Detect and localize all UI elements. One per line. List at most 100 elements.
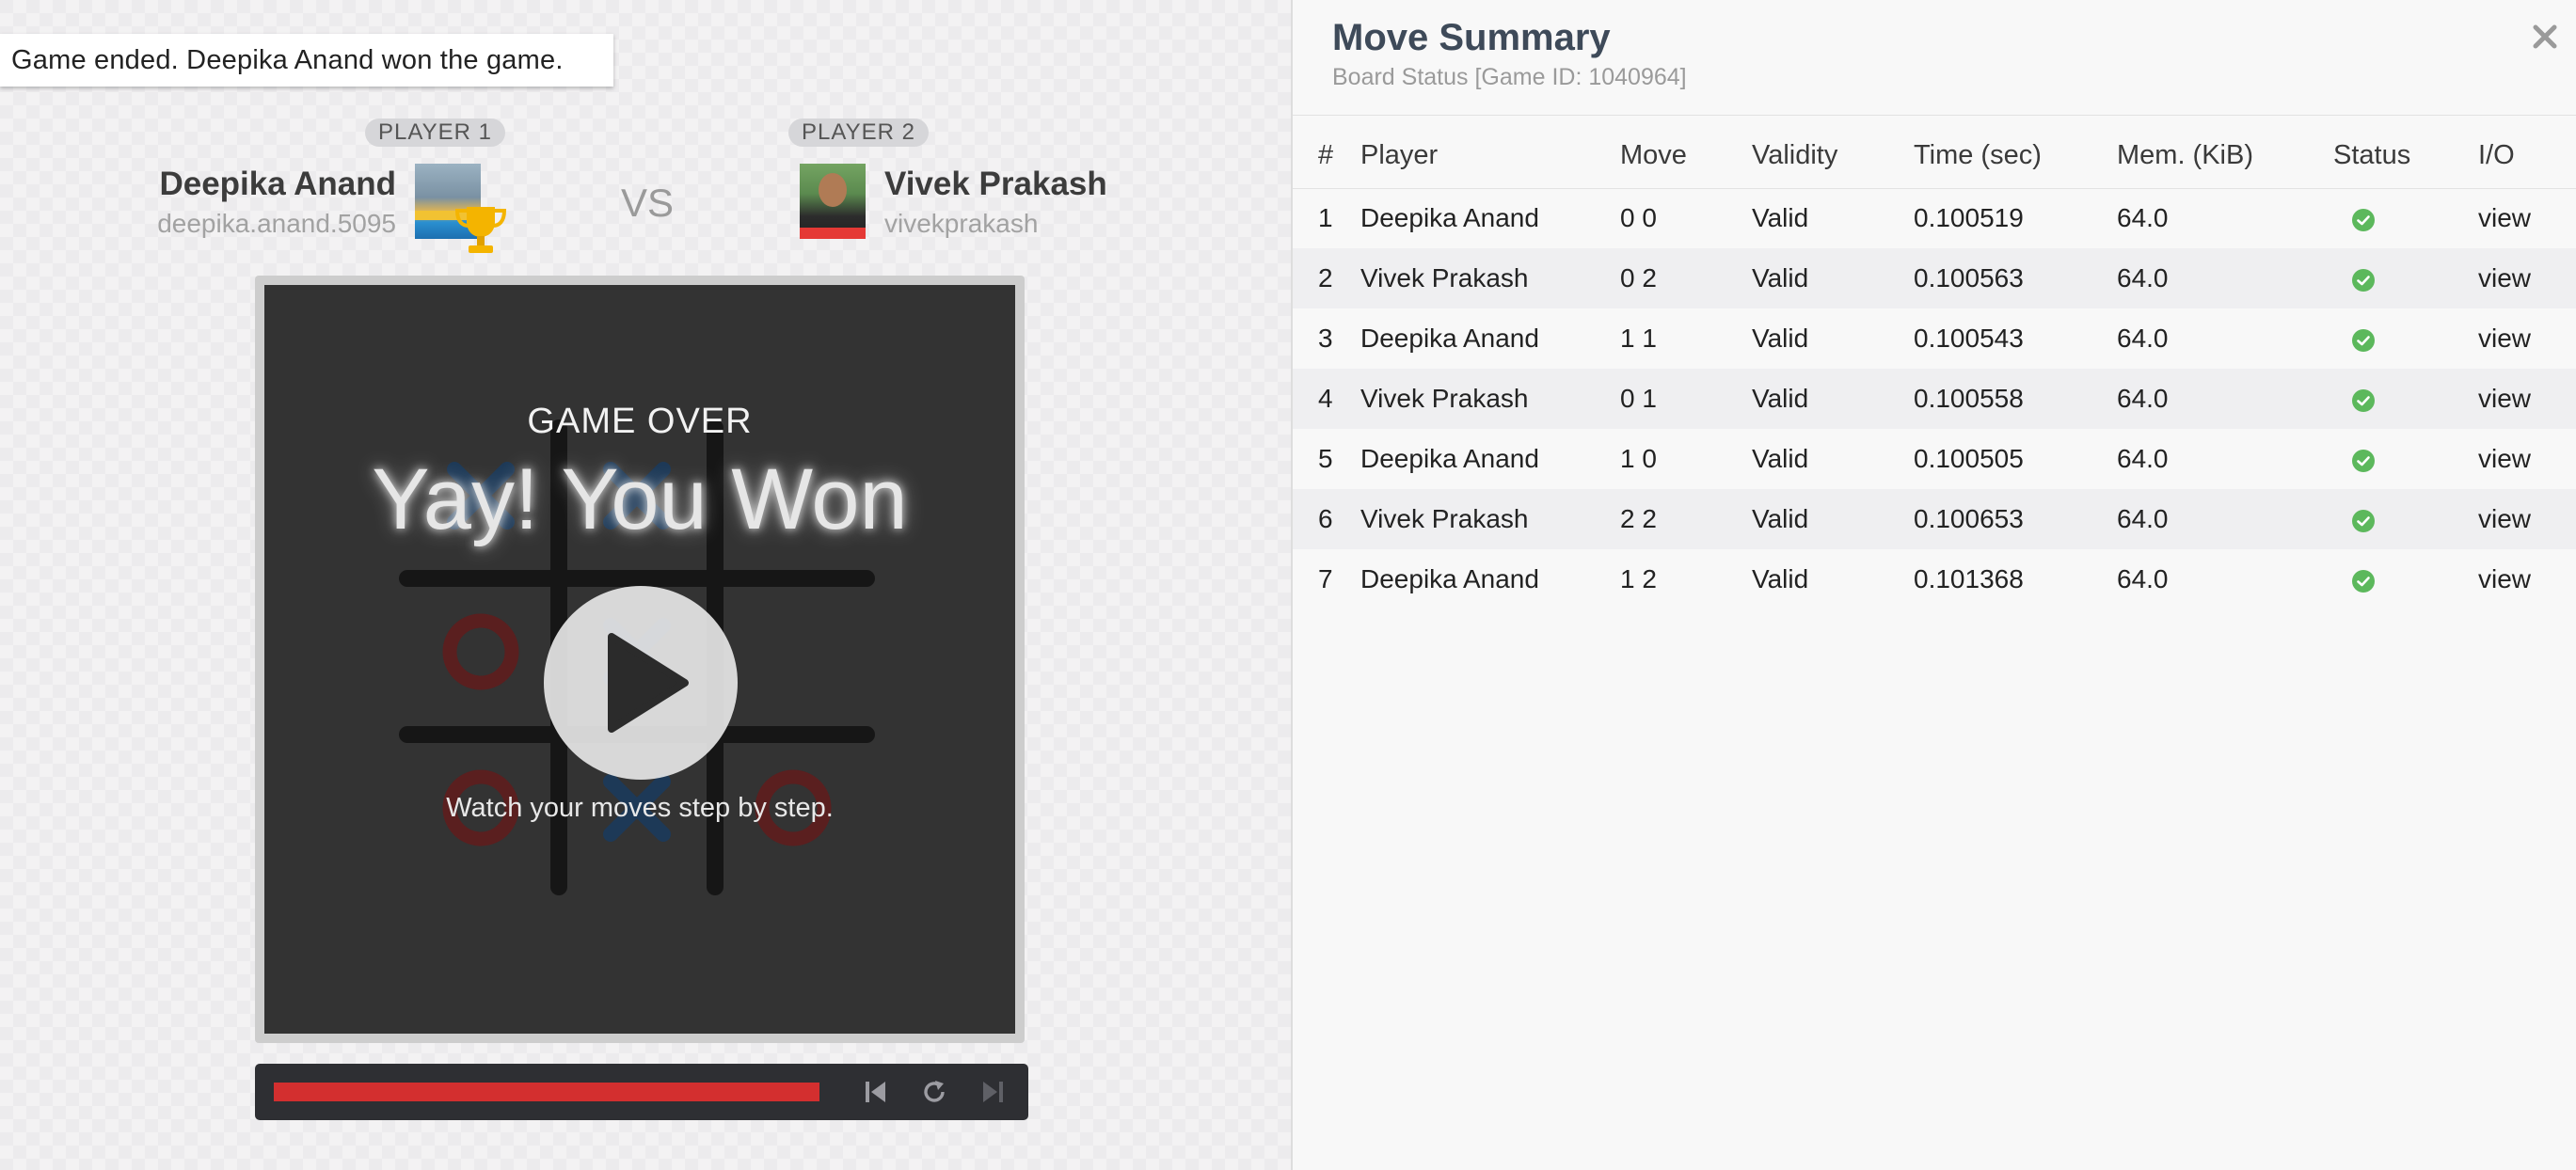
view-io-link[interactable]: view: [2478, 444, 2531, 473]
playback-progress[interactable]: [274, 1083, 819, 1101]
cell-memory: 64.0: [2117, 248, 2333, 308]
cell-status: [2333, 549, 2478, 609]
o-mark: [442, 613, 519, 690]
cell-status: [2333, 489, 2478, 549]
move-summary-panel: Move Summary Board Status [Game ID: 1040…: [1291, 0, 2576, 1170]
cell-number: 4: [1293, 369, 1360, 429]
cell-time: 0.100543: [1914, 324, 2024, 353]
win-title: Yay! You Won: [372, 451, 908, 547]
table-row: 4 Vivek Prakash 0 1 Valid 0.100558 64.0 view: [1293, 369, 2576, 429]
cell-player: Deepika Anand: [1360, 444, 1539, 473]
cell-time: 0.100505: [1914, 444, 2024, 473]
cell-time: 0.101368: [1914, 564, 2024, 593]
cell-validity: Valid: [1752, 564, 1809, 593]
col-header-player: Player: [1360, 124, 1620, 189]
col-header-time: Time (sec): [1914, 124, 2117, 189]
player2-name: Vivek Prakash: [884, 166, 1107, 202]
col-header-move: Move: [1620, 124, 1752, 189]
col-header-status: Status: [2333, 124, 2478, 189]
game-board: GAME OVER Yay! You Won Watch your moves …: [264, 285, 1015, 1034]
cell-player: Deepika Anand: [1360, 564, 1539, 593]
cell-move: 0 2: [1620, 248, 1752, 308]
cell-player: Vivek Prakash: [1360, 489, 1620, 549]
game-board-frame: GAME OVER Yay! You Won Watch your moves …: [255, 276, 1025, 1043]
cell-time: 0.100563: [1914, 248, 2117, 308]
check-circle-icon: [2352, 328, 2375, 352]
cell-move: 1 1: [1620, 324, 1657, 353]
game-status-banner: Game ended. Deepika Anand won the game.: [0, 34, 613, 87]
cell-number: 3: [1318, 324, 1333, 353]
skip-back-icon[interactable]: [861, 1078, 889, 1106]
cell-io: view: [2478, 188, 2576, 248]
cell-number: 7: [1318, 564, 1333, 593]
cell-number: 5: [1318, 444, 1333, 473]
view-io-link[interactable]: view: [2478, 324, 2531, 353]
check-circle-icon: [2352, 569, 2375, 593]
cell-memory: 64.0: [2117, 564, 2169, 593]
cell-memory: 64.0: [2117, 324, 2169, 353]
cell-status: [2333, 429, 2478, 489]
col-header-validity: Validity: [1752, 124, 1914, 189]
player1-handle: deepika.anand.5095: [157, 209, 396, 238]
cell-validity: Valid: [1752, 248, 1914, 308]
col-header-number: #: [1293, 124, 1360, 189]
player2-badge: PLAYER 2: [788, 119, 929, 147]
cell-validity: Valid: [1752, 369, 1914, 429]
cell-io: view: [2478, 549, 2576, 609]
cell-move: 1 2: [1620, 564, 1657, 593]
panel-divider: [1293, 115, 2576, 116]
cell-validity: Valid: [1752, 324, 1809, 353]
cell-status: [2333, 188, 2478, 248]
cell-player: Deepika Anand: [1360, 203, 1539, 233]
cell-player: Vivek Prakash: [1360, 369, 1620, 429]
cell-time: 0.100653: [1914, 489, 2117, 549]
game-over-label: GAME OVER: [527, 402, 753, 441]
check-circle-icon: [2352, 268, 2375, 292]
table-row: 7 Deepika Anand 1 2 Valid 0.101368 64.0 view: [1293, 549, 2576, 609]
cell-status: [2333, 308, 2478, 369]
cell-player: Deepika Anand: [1360, 324, 1539, 353]
play-button[interactable]: [544, 586, 738, 780]
cell-io: view: [2478, 489, 2576, 549]
cell-validity: Valid: [1752, 203, 1809, 233]
cell-io: view: [2478, 248, 2576, 308]
cell-validity: Valid: [1752, 444, 1809, 473]
playback-controls: [255, 1064, 1028, 1120]
close-icon[interactable]: [2531, 23, 2559, 51]
cell-move: 2 2: [1620, 489, 1752, 549]
player1-badge: PLAYER 1: [365, 119, 505, 147]
cell-number: 1: [1318, 203, 1333, 233]
view-io-link[interactable]: view: [2478, 564, 2531, 593]
table-row: 3 Deepika Anand 1 1 Valid 0.100543 64.0 view: [1293, 308, 2576, 369]
cell-move: 0 1: [1620, 369, 1752, 429]
skip-forward-icon[interactable]: [979, 1078, 1008, 1106]
table-header-row: # Player Move Validity Time (sec) Mem. (…: [1293, 124, 2576, 189]
check-circle-icon: [2352, 208, 2375, 231]
cell-status: [2333, 369, 2478, 429]
move-summary-table: # Player Move Validity Time (sec) Mem. (…: [1293, 124, 2576, 609]
view-io-link[interactable]: view: [2478, 504, 2531, 533]
check-circle-icon: [2352, 509, 2375, 532]
player1-name: Deepika Anand: [159, 166, 396, 202]
cell-move: 0 0: [1620, 203, 1657, 233]
replay-icon[interactable]: [920, 1078, 948, 1106]
cell-memory: 64.0: [2117, 489, 2333, 549]
table-row: 6 Vivek Prakash 2 2 Valid 0.100653 64.0 view: [1293, 489, 2576, 549]
view-io-link[interactable]: view: [2478, 203, 2531, 232]
view-io-link[interactable]: view: [2478, 263, 2531, 292]
watch-caption: Watch your moves step by step.: [446, 793, 834, 823]
check-circle-icon: [2352, 449, 2375, 472]
cell-validity: Valid: [1752, 489, 1914, 549]
col-header-io: I/O: [2478, 124, 2576, 189]
cell-time: 0.100519: [1914, 203, 2024, 233]
cell-number: 2: [1293, 248, 1360, 308]
cell-memory: 64.0: [2117, 203, 2169, 233]
cell-move: 1 0: [1620, 444, 1657, 473]
view-io-link[interactable]: view: [2478, 384, 2531, 413]
table-row: 2 Vivek Prakash 0 2 Valid 0.100563 64.0 view: [1293, 248, 2576, 308]
playback-progress-fill: [274, 1083, 819, 1101]
cell-io: view: [2478, 429, 2576, 489]
cell-io: view: [2478, 369, 2576, 429]
cell-time: 0.100558: [1914, 369, 2117, 429]
check-circle-icon: [2352, 388, 2375, 412]
